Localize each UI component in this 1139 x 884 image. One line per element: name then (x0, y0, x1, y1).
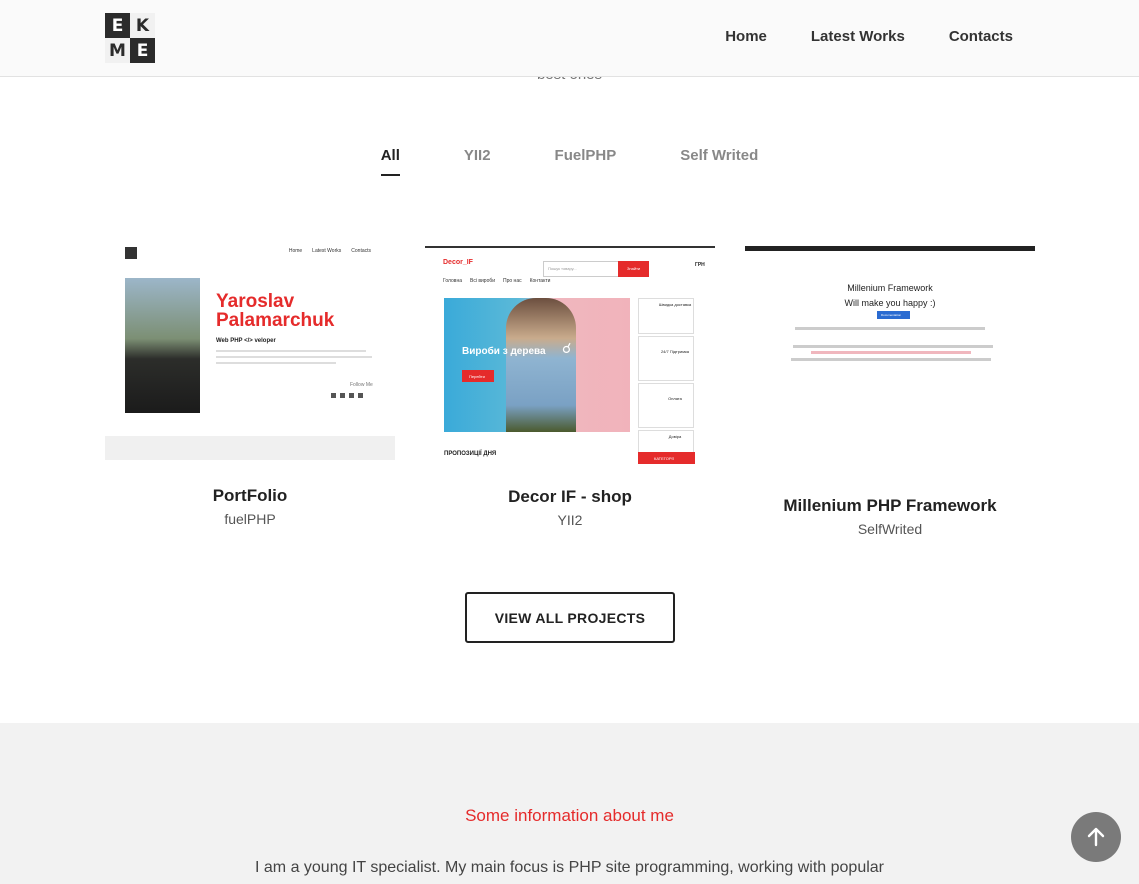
project-tag: YII2 (557, 512, 583, 528)
preview-docs-button: Documentation (877, 311, 910, 319)
preview-promo-heading: ПРОПОЗИЦІЇ ДНЯ (444, 451, 497, 457)
preview-categories-button: КАТЕГОРІЇ (638, 452, 695, 464)
nav-home[interactable]: Home (725, 28, 767, 45)
preview-social-icons (331, 393, 363, 398)
preview-text-line (216, 350, 366, 352)
nav-contacts[interactable]: Contacts (949, 28, 1013, 45)
preview-nav-item: Latest Works (312, 248, 342, 254)
about-section: Some information about me I am a young I… (0, 723, 1139, 884)
preview-menu-item: Головна (443, 278, 462, 284)
preview-search-button-label: Знайти (627, 266, 641, 271)
preview-role: Web PHP </> veloper (216, 338, 276, 344)
preview-side-features: Швидка доставка 24/7 Підтримка Оплата До… (638, 298, 694, 464)
preview-menu: Головна Всі вироби Про нас Контакти (443, 278, 550, 284)
site-header: E K M E Home Latest Works Contacts (0, 0, 1139, 77)
preview-code-line (811, 351, 971, 354)
preview-hero-button-label: Перейти (469, 374, 485, 379)
nav-latest-works[interactable]: Latest Works (811, 28, 905, 45)
preview-search: Пошук товару... (543, 261, 620, 277)
preview-hero-title: Вироби з дерева (462, 346, 546, 357)
tab-all[interactable]: All (380, 147, 400, 176)
logo-letter: E (130, 38, 155, 63)
preview-search-placeholder: Пошук товару... (548, 266, 577, 271)
tab-fuelphp[interactable]: FuelPHP (555, 147, 617, 176)
preview-nav-item: Home (288, 248, 303, 254)
preview-profile-photo (125, 278, 200, 413)
preview-subheading: Will make you happy :) (844, 298, 936, 308)
project-tag: fuelPHP (224, 511, 276, 527)
tab-yii2[interactable]: YII2 (464, 147, 491, 176)
tab-self-writed[interactable]: Self Writed (680, 147, 758, 176)
preview-footer-bar (105, 436, 395, 460)
preview-side-item: Оплата (638, 383, 694, 428)
preview-logo (125, 247, 137, 259)
project-title[interactable]: Millenium PHP Framework (745, 496, 1035, 516)
preview-name: Yaroslav Palamarchuk (216, 291, 335, 331)
preview-search-button: Знайти (618, 261, 649, 277)
scroll-to-top-button[interactable] (1071, 812, 1121, 862)
preview-text-line (216, 356, 372, 358)
preview-categories-label: КАТЕГОРІЇ (654, 456, 674, 461)
preview-menu-item: Контакти (529, 278, 551, 284)
main-nav: Home Latest Works Contacts (725, 28, 1013, 45)
preview-nav-item: Contacts (351, 248, 371, 254)
preview-text-line (793, 345, 993, 348)
preview-nav: Home Latest Works Contacts (289, 248, 371, 254)
preview-currency: ГРН (695, 262, 705, 268)
preview-topbar: Decor_IF Пошук товару... Знайти ГРН (443, 256, 713, 277)
project-thumbnail[interactable]: Decor_IF Пошук товару... Знайти ГРН Голо… (425, 246, 715, 464)
preview-text-line (216, 362, 336, 364)
preview-text-line (791, 358, 991, 361)
preview-menu-item: Всі вироби (470, 278, 496, 284)
logo-letter: M (105, 38, 130, 63)
preview-menu-item: Про нас (503, 278, 522, 284)
about-text: I am a young IT specialist. My main focu… (255, 859, 884, 876)
project-filter-tabs: All YII2 FuelPHP Self Writed (0, 147, 1139, 176)
project-tag: SelfWrited (857, 521, 923, 537)
preview-heading: Millenium Framework (847, 283, 933, 293)
project-thumbnail[interactable]: Millenium Framework Will make you happy … (745, 246, 1035, 371)
about-title: Some information about me (465, 806, 674, 825)
preview-hero: Вироби з дерева Перейти ☌ (444, 298, 630, 432)
logo-letter: K (130, 13, 155, 38)
site-logo[interactable]: E K M E (105, 13, 155, 63)
preview-side-item: 24/7 Підтримка (638, 336, 694, 381)
arrow-up-icon (1087, 827, 1105, 847)
preview-side-item: Швидка доставка (638, 298, 694, 334)
preview-follow: Follow Me (350, 382, 373, 388)
logo-letter: E (105, 13, 130, 38)
zoom-icon: ☌ (562, 340, 572, 356)
project-title[interactable]: PortFolio (105, 486, 395, 506)
preview-hero-button: Перейти (462, 370, 494, 382)
project-thumbnail[interactable]: Home Latest Works Contacts Yaroslav Pala… (105, 245, 395, 460)
view-all-projects-button[interactable]: VIEW ALL PROJECTS (465, 592, 675, 643)
preview-brand: Decor_IF (443, 259, 473, 266)
preview-docs-button-label: Documentation (881, 313, 902, 317)
preview-hero-image (506, 298, 576, 432)
preview-text-line (795, 327, 985, 330)
project-title[interactable]: Decor IF - shop (425, 487, 715, 507)
